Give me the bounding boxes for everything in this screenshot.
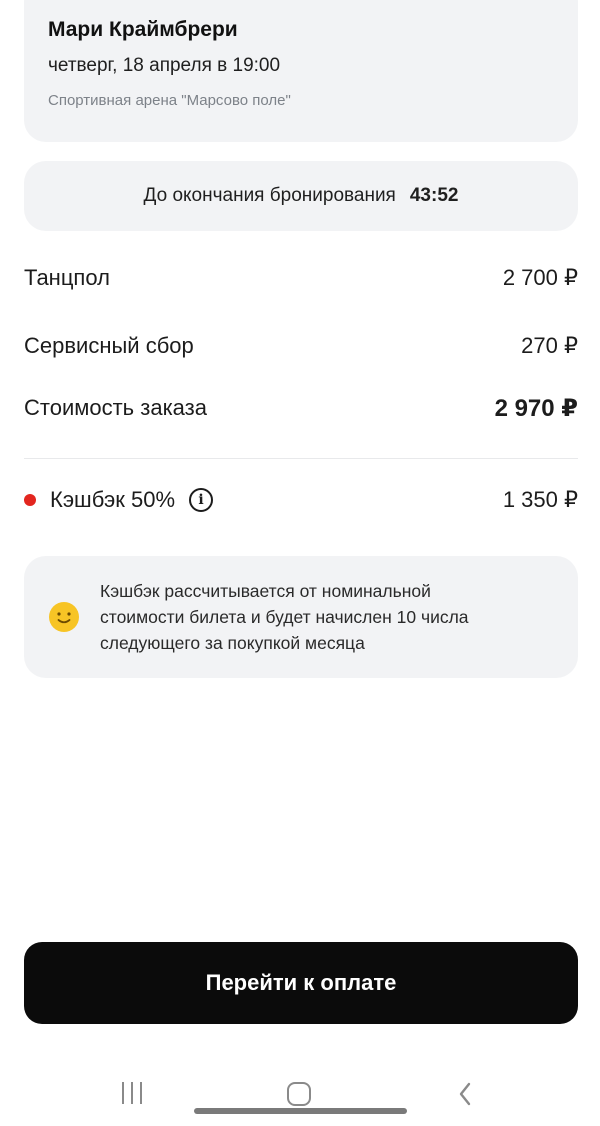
order-total-price: 2 970 ₽ — [494, 394, 578, 422]
booking-timer-label: До окончания бронирования — [143, 185, 396, 206]
cashback-note: Кэшбэк рассчитывается от номинальной сто… — [24, 556, 578, 678]
info-icon[interactable]: i — [189, 488, 214, 512]
order-total-label: Стоимость заказа — [24, 395, 207, 420]
system-navigation-bar — [0, 1060, 600, 1126]
note-line: Кэшбэк рассчитывается от номинальной — [100, 581, 431, 601]
divider — [24, 458, 578, 459]
dance-floor-price: 2 700 ₽ — [502, 265, 578, 290]
cashback-label: Кэшбэк 50% — [50, 487, 176, 512]
note-line: стоимости билета и будет начислен 10 чис… — [100, 607, 469, 627]
smiley-icon — [49, 602, 79, 632]
go-to-payment-button[interactable]: Перейти к оплате — [24, 942, 578, 1024]
dance-floor-row: Танцпол 2 700 ₽ — [24, 262, 578, 294]
service-fee-label: Сервисный сбор — [24, 333, 194, 358]
back-icon[interactable] — [455, 1080, 475, 1108]
service-fee-row: Сервисный сбор 270 ₽ — [24, 330, 578, 362]
event-card: Мари Краймбрери четверг, 18 апреля в 19:… — [24, 0, 578, 142]
event-venue: Спортивная арена "Марсово поле" — [48, 92, 291, 109]
cashback-dot-icon — [24, 494, 36, 506]
booking-timer-value: 43:52 — [409, 185, 459, 206]
event-date: четверг, 18 апреля в 19:00 — [48, 55, 281, 76]
dance-floor-label: Танцпол — [24, 265, 110, 290]
cashback-note-text: Кэшбэк рассчитывается от номинальной сто… — [100, 578, 469, 656]
cashback-row: Кэшбэк 50% i 1 350 ₽ — [24, 484, 578, 516]
booking-timer: До окончания бронирования 43:52 — [24, 161, 578, 231]
event-title: Мари Краймбрери — [48, 18, 238, 41]
service-fee-price: 270 ₽ — [521, 333, 578, 358]
recent-apps-icon[interactable] — [120, 1082, 144, 1104]
gesture-handle[interactable] — [194, 1108, 407, 1114]
cashback-amount: 1 350 ₽ — [502, 487, 578, 512]
order-total-row: Стоимость заказа 2 970 ₽ — [24, 392, 578, 424]
home-icon[interactable] — [287, 1082, 311, 1106]
note-line: следующего за покупкой месяца — [100, 633, 365, 653]
